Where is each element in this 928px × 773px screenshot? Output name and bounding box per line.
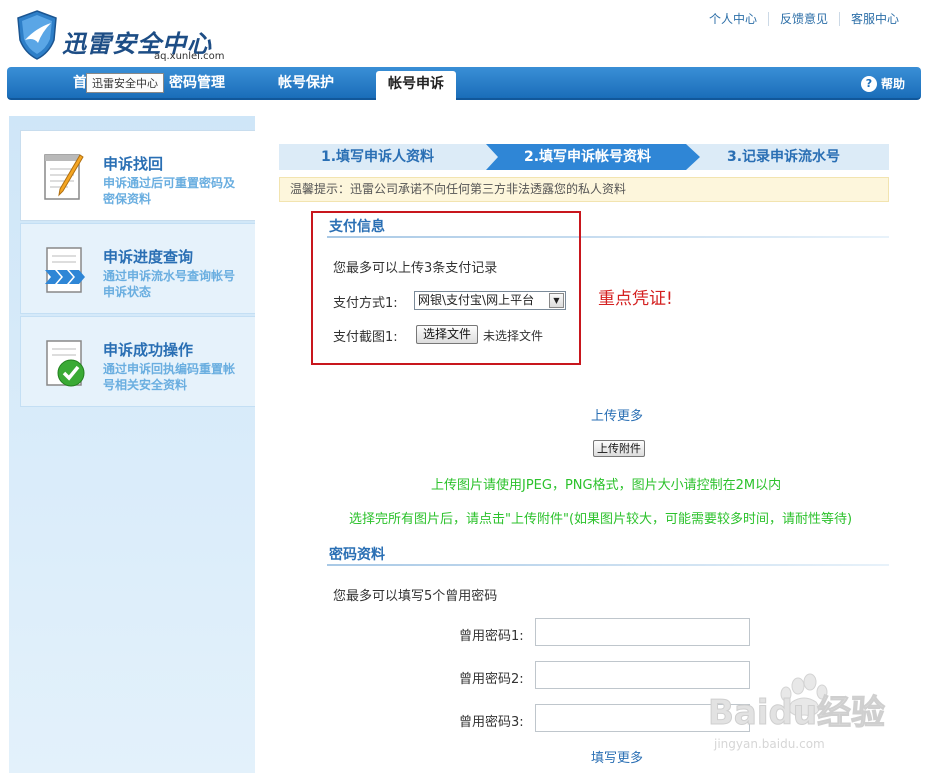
old-password-3-label: 曾用密码3: bbox=[459, 715, 524, 730]
help-label: 帮助 bbox=[880, 77, 905, 91]
logo[interactable]: 迅雷安全中心 aq.xunlei.com bbox=[16, 10, 231, 66]
question-icon: ? bbox=[860, 75, 877, 92]
sidebar-item-appeal-recovery[interactable]: 申诉找回 申诉通过后可重置密码及密保资料 bbox=[20, 130, 255, 221]
upload-wait-hint: 选择完所有图片后，请点击"上传附件"(如果图片较大，可能需要较多时间，请耐性等待… bbox=[349, 512, 853, 527]
document-check-icon bbox=[46, 340, 85, 387]
password-intro: 您最多可以填写5个曾用密码 bbox=[333, 589, 498, 604]
upload-format-hint: 上传图片请使用JPEG，PNG格式，图片大小请控制在2M以内 bbox=[431, 478, 782, 493]
sidebar-item-desc: 通过申诉回执编码重置帐号相关安全资料 bbox=[103, 362, 236, 392]
chevron-down-icon: ▼ bbox=[549, 293, 564, 308]
notepad-pencil-icon bbox=[44, 154, 84, 200]
shield-logo-icon bbox=[17, 10, 57, 60]
password-section-title: 密码资料 bbox=[329, 547, 385, 563]
privacy-tip: 温馨提示：迅雷公司承诺不向任何第三方非法透露您的私人资料 bbox=[279, 177, 889, 202]
personal-center-link[interactable]: 个人中心 bbox=[698, 12, 768, 26]
baidu-jingyan-watermark: Baidu经验 jingyan.baidu.com bbox=[708, 673, 886, 751]
tooltip: 迅雷安全中心 bbox=[86, 73, 164, 93]
nav-home[interactable]: 首 bbox=[73, 67, 87, 98]
fill-more-link[interactable]: 填写更多 bbox=[591, 747, 643, 766]
payment-screenshot-label: 支付截图1: bbox=[333, 330, 398, 345]
feedback-link[interactable]: 反馈意见 bbox=[767, 12, 839, 26]
payment-method-select[interactable]: 网银\支付宝\网上平台 ▼ bbox=[414, 291, 566, 310]
document-arrows-icon bbox=[45, 247, 85, 293]
top-links: 个人中心 反馈意见 客服中心 bbox=[698, 12, 910, 26]
sidebar-item-success-operation[interactable]: 申诉成功操作 通过申诉回执编码重置帐号相关安全资料 bbox=[20, 316, 255, 407]
customer-service-link[interactable]: 客服中心 bbox=[838, 12, 910, 26]
old-password-1-label: 曾用密码1: bbox=[459, 629, 524, 644]
step-1: 1.填写申诉人资料 bbox=[321, 149, 435, 165]
no-file-text: 未选择文件 bbox=[483, 329, 544, 343]
old-password-2-label: 曾用密码2: bbox=[459, 672, 524, 687]
upload-more-link[interactable]: 上传更多 bbox=[591, 405, 643, 424]
sidebar-item-title: 申诉成功操作 bbox=[103, 341, 194, 359]
payment-method-label: 支付方式1: bbox=[333, 296, 398, 311]
nav-account-appeal[interactable]: 帐号申诉 bbox=[376, 71, 456, 100]
nav-password-management[interactable]: 密码管理 bbox=[169, 67, 225, 98]
logo-domain: aq.xunlei.com bbox=[154, 51, 225, 62]
help-button[interactable]: ? 帮助 bbox=[860, 75, 905, 92]
upload-attachment-button[interactable]: 上传附件 bbox=[593, 440, 645, 457]
payment-intro: 您最多可以上传3条支付记录 bbox=[333, 261, 498, 276]
choose-file-button[interactable]: 选择文件 bbox=[416, 325, 478, 344]
watermark-text: Baidu经验 bbox=[708, 693, 885, 733]
sidebar-item-title: 申诉进度查询 bbox=[103, 248, 194, 266]
section-divider bbox=[327, 564, 889, 566]
sidebar: 申诉找回 申诉通过后可重置密码及密保资料 申诉进度查询 通过申诉流水号查询帐号申… bbox=[9, 116, 255, 773]
sidebar-item-progress-query[interactable]: 申诉进度查询 通过申诉流水号查询帐号申诉状态 bbox=[20, 223, 255, 314]
key-evidence-note: 重点凭证! bbox=[598, 289, 673, 309]
watermark-sub: jingyan.baidu.com bbox=[713, 737, 825, 751]
sidebar-item-desc: 通过申诉流水号查询帐号申诉状态 bbox=[103, 269, 236, 299]
payment-method-value: 网银\支付宝\网上平台 bbox=[418, 293, 535, 307]
nav-account-protection[interactable]: 帐号保护 bbox=[278, 67, 334, 98]
old-password-1-input[interactable] bbox=[535, 618, 750, 646]
sidebar-item-title: 申诉找回 bbox=[103, 155, 164, 173]
sidebar-item-desc: 申诉通过后可重置密码及密保资料 bbox=[103, 176, 236, 206]
step-2: 2.填写申诉帐号资料 bbox=[524, 149, 652, 165]
step-3: 3.记录申诉流水号 bbox=[727, 149, 841, 165]
